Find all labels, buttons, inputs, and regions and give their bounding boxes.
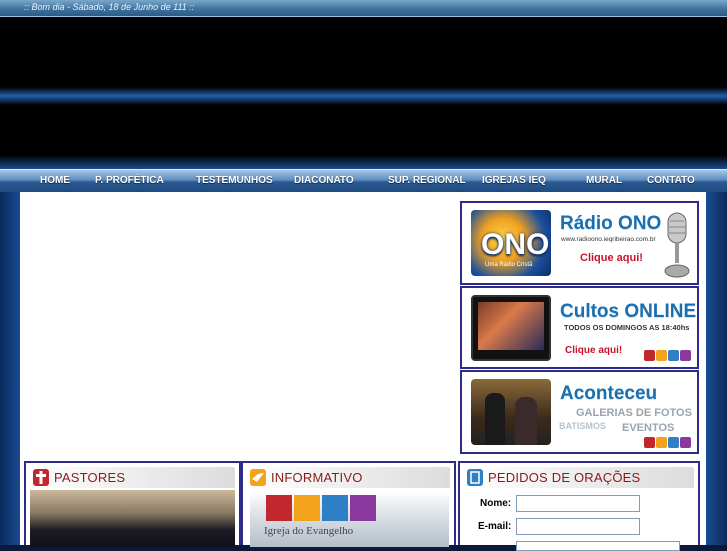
cultos-online-schedule: TODOS OS DOMINGOS AS 18:40hs: [564, 323, 690, 332]
radio-ono-title: Rádio ONO: [560, 213, 662, 234]
tv-image: [471, 295, 551, 361]
nav-sup-regional[interactable]: SUP. REGIONAL: [388, 175, 466, 186]
aconteceu-galerias[interactable]: GALERIAS DE FOTOS: [576, 407, 692, 419]
cultos-online-title: Cultos ONLINE: [560, 301, 697, 322]
radio-ono-logo-subtitle: Uma Rádio Cristã: [485, 262, 533, 268]
message-field[interactable]: [516, 541, 680, 551]
promo-aconteceu[interactable]: Aconteceu GALERIAS DE FOTOS BATISMOS EVE…: [460, 370, 699, 454]
email-label: E-mail:: [478, 521, 512, 532]
cultos-online-cta[interactable]: Clique aqui!: [565, 345, 622, 356]
nav-mural[interactable]: MURAL: [586, 175, 622, 186]
banner-glow-line: [0, 87, 727, 105]
informativo-banner[interactable]: Igreja do Evangelho: [250, 491, 449, 547]
radio-ono-logo: ONO Uma Rádio Cristã: [471, 210, 551, 276]
email-field[interactable]: [516, 518, 640, 535]
promo-cultos-online[interactable]: Cultos ONLINE TODOS OS DOMINGOS AS 18:40…: [460, 286, 699, 369]
aconteceu-batismos[interactable]: BATISMOS: [559, 421, 606, 431]
box-pastores: PASTORES: [24, 461, 241, 547]
ieq-symbols-icon: [266, 495, 376, 521]
nav-contato[interactable]: CONTATO: [647, 175, 695, 186]
box-informativo-header: INFORMATIVO: [247, 467, 450, 488]
main-nav: HOME P. PROFÉTICA TESTEMUNHOS DIACONATO …: [0, 169, 727, 193]
tv-screen: [478, 302, 544, 350]
aconteceu-eventos[interactable]: EVENTOS: [622, 422, 674, 434]
date-greeting: :: Bom dia - Sábado, 18 de Junho de 111 …: [24, 2, 195, 12]
box-pastores-title: PASTORES: [54, 470, 126, 485]
radio-ono-cta[interactable]: Clique aqui!: [580, 252, 643, 264]
person-silhouette: [515, 397, 537, 445]
nav-diaconato[interactable]: DIACONATO: [294, 175, 354, 186]
banner-glow-bottom: [0, 155, 727, 169]
book-icon: [467, 469, 483, 486]
cross-icon: [33, 469, 49, 486]
box-informativo: INFORMATIVO Igreja do Evangelho: [241, 461, 456, 547]
informativo-banner-text: Igreja do Evangelho: [264, 525, 354, 537]
nav-igrejas-ieq[interactable]: IGREJAS IEQ: [482, 175, 546, 186]
box-pastores-header: PASTORES: [30, 467, 235, 488]
promo-radio-ono[interactable]: ONO Uma Rádio Cristã Rádio ONO www.radio…: [460, 201, 699, 285]
pastores-photo[interactable]: [30, 490, 235, 547]
header-banner: [0, 17, 727, 169]
nav-home[interactable]: HOME: [40, 175, 70, 186]
microphone-icon: [664, 212, 690, 278]
aconteceu-photo: [471, 379, 551, 445]
nav-p-profetica[interactable]: P. PROFÉTICA: [95, 175, 164, 186]
nome-label: Nome:: [480, 498, 512, 509]
box-informativo-title: INFORMATIVO: [271, 470, 363, 485]
box-pedidos-title: PEDIDOS DE ORAÇÕES: [488, 470, 641, 485]
box-pedidos-header: PEDIDOS DE ORAÇÕES: [464, 467, 694, 488]
nome-field[interactable]: [516, 495, 640, 512]
radio-ono-logo-text: ONO: [481, 228, 550, 261]
aconteceu-title: Aconteceu: [560, 383, 658, 404]
radio-ono-url: www.radioono.ieqribeirao.com.br: [561, 236, 656, 243]
box-pedidos: PEDIDOS DE ORAÇÕES Nome: E-mail:: [458, 461, 700, 551]
nav-testemunhos[interactable]: TESTEMUNHOS: [196, 175, 273, 186]
ieq-symbols-icon: [644, 437, 691, 448]
greeting-bar: :: Bom dia - Sábado, 18 de Junho de 111 …: [0, 0, 727, 17]
dove-icon: [250, 469, 266, 486]
ieq-symbols-icon: [644, 350, 691, 361]
person-silhouette: [485, 393, 505, 445]
